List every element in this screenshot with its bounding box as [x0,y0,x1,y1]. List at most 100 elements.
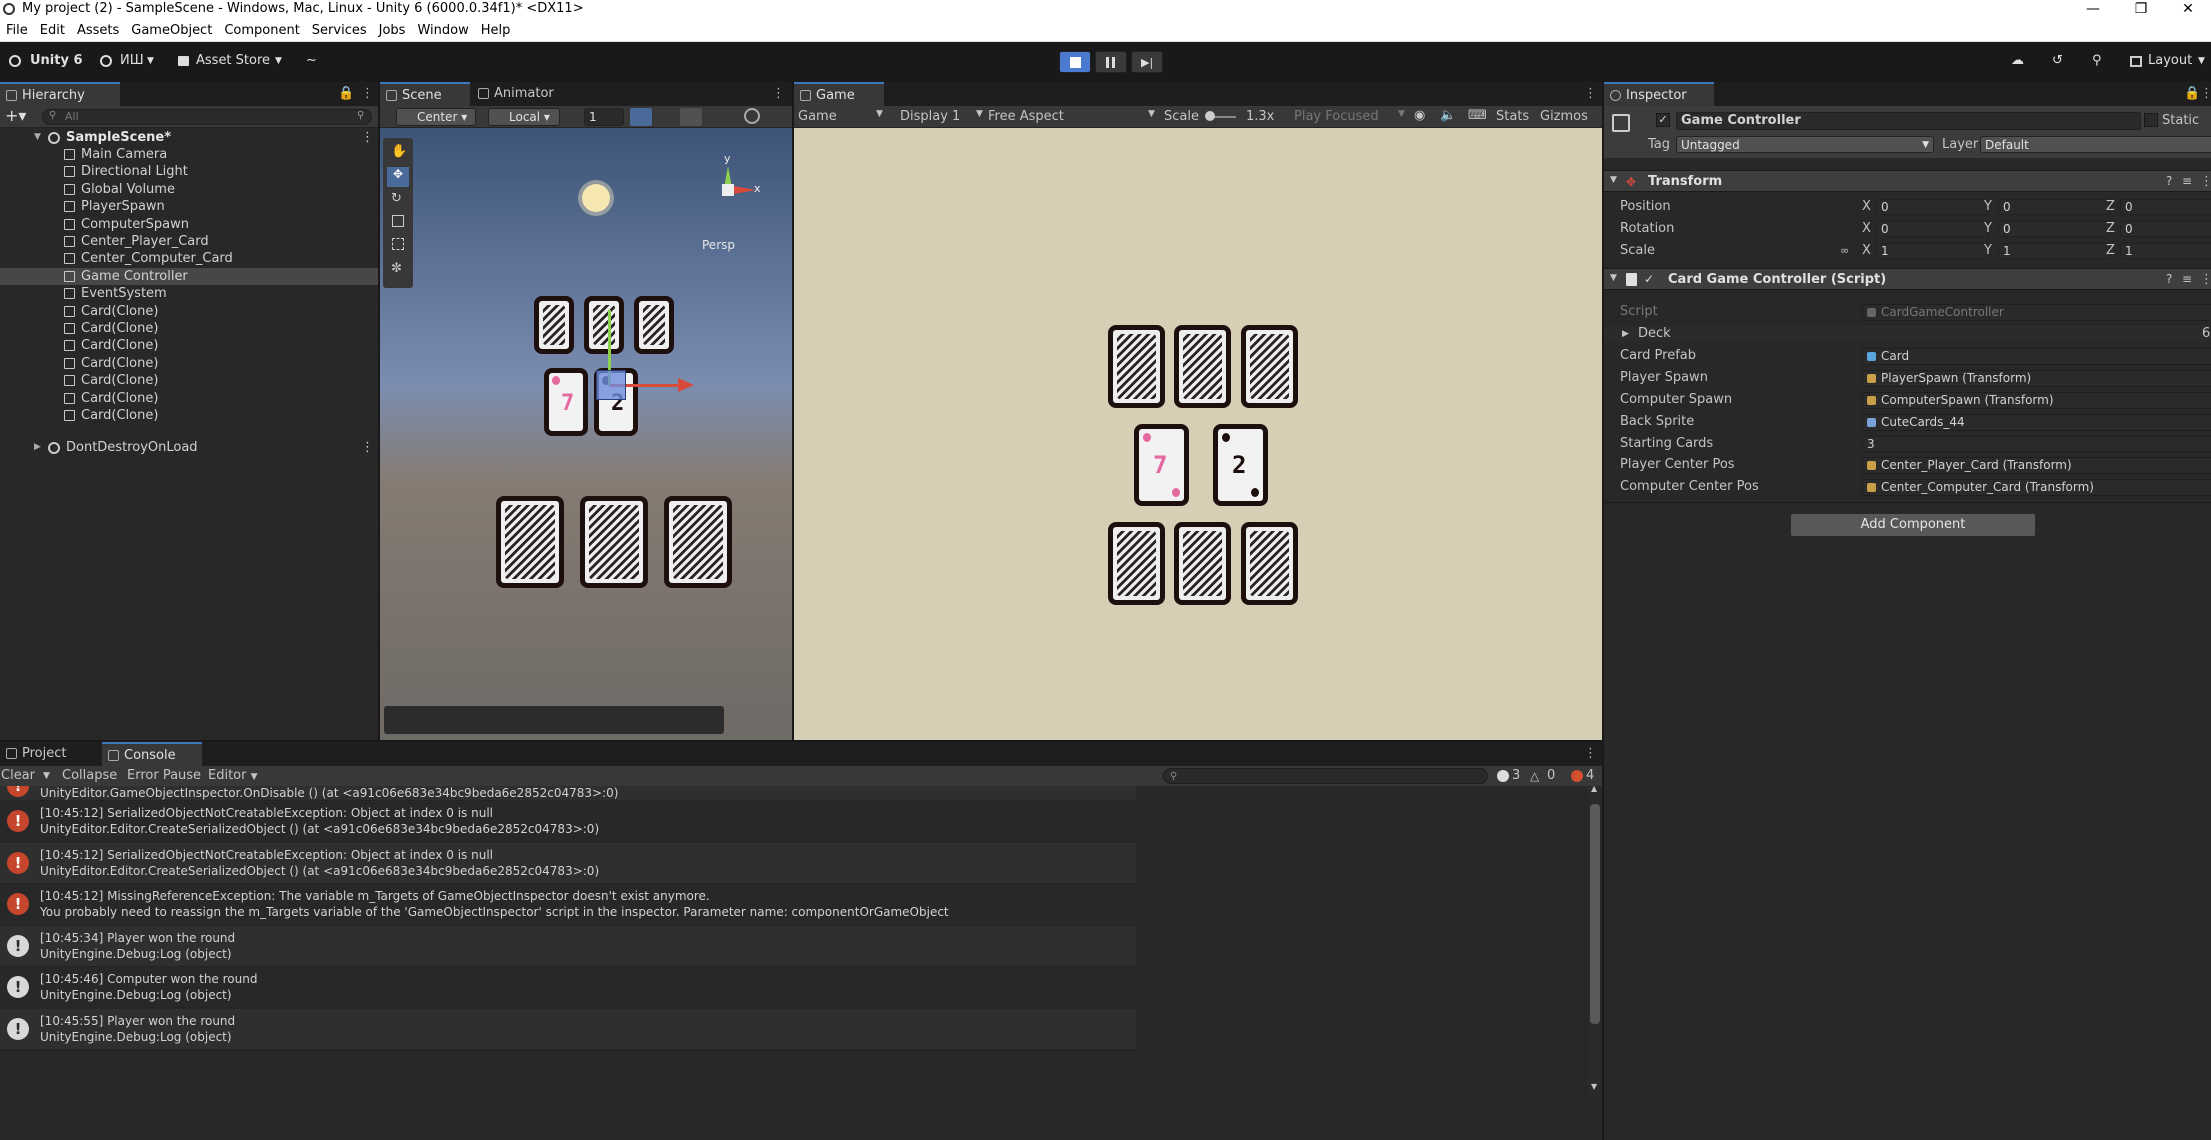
player-card[interactable] [1108,522,1165,605]
inspector-menu-icon[interactable]: ⋮ [2200,86,2211,101]
add-component-button[interactable]: Add Component [1790,513,2036,537]
scale-tool-icon[interactable] [392,215,404,227]
console-entry[interactable]: ! [10:45:12] SerializedObjectNotCreatable… [0,842,1136,884]
tab-inspector[interactable]: Inspector [1604,82,1714,106]
snap-toggle-icon[interactable] [680,108,702,126]
pause-button[interactable] [1095,51,1127,73]
help-icon[interactable]: ? [2166,174,2172,188]
card-prefab-field[interactable]: Card [1862,348,2211,365]
active-checkbox[interactable]: ✓ [1656,113,1670,127]
game-viewport[interactable]: 7 2 [794,128,1602,740]
computer-spawn-field[interactable]: ComputerSpawn (Transform) [1862,392,2211,409]
console-search-input[interactable]: ⚲ [1163,768,1488,784]
unity-version-button[interactable]: Unity 6 [30,53,83,68]
menu-component[interactable]: Component [218,20,305,42]
tab-console[interactable]: Console [102,742,202,766]
error-pause-toggle[interactable]: Error Pause [127,766,201,786]
space-dropdown[interactable]: Local ▾ [488,108,560,126]
mute-icon[interactable]: 🔈 [1440,108,1456,123]
dont-destroy-row[interactable]: ▶ DontDestroyOnLoad ⋮ [0,439,378,456]
script-enabled-checkbox[interactable]: ✓ [1644,272,1654,286]
console-entry[interactable]: ! [10:45:12] SerializedObjectNotCreatable… [0,801,1136,842]
scene-menu-icon[interactable]: ⋮ [772,86,785,101]
menu-assets[interactable]: Assets [71,20,125,42]
hierarchy-menu-icon[interactable]: ⋮ [361,86,374,101]
rotation-z-field[interactable]: 0 [2120,221,2211,237]
console-menu-icon[interactable]: ⋮ [1584,746,1597,761]
move-tool-icon[interactable]: ✥ [387,167,409,187]
aspect-dropdown[interactable]: Free Aspect ▼ [988,109,1155,124]
move-gizmo[interactable] [578,300,698,400]
foldout-icon[interactable]: ▼ [1610,175,1617,185]
deck-row[interactable]: ▶ Deck 6 [1604,326,2211,342]
asset-store-button[interactable]: Asset Store [196,53,270,68]
rotate-tool-icon[interactable]: ↻ [391,191,402,206]
rotation-y-field[interactable]: 0 [1998,221,2110,237]
tab-scene[interactable]: Scene [380,82,470,106]
player-spawn-field[interactable]: PlayerSpawn (Transform) [1862,370,2211,387]
clear-button[interactable]: Clear [1,766,35,786]
position-z-field[interactable]: 0 [2120,199,2211,215]
hierarchy-item[interactable]: Card(Clone) [0,337,378,354]
scale-slider-handle[interactable] [1205,111,1215,121]
console-entry[interactable]: ! [10:45:12] MissingReferenceException: T… [0,884,1136,925]
game-menu-icon[interactable]: ⋮ [1584,86,1597,101]
computer-card[interactable] [1108,325,1165,408]
hierarchy-item[interactable]: Directional Light [0,163,378,180]
scale-z-field[interactable]: 1 [2120,243,2211,259]
grid-snap-field[interactable]: 1 [584,108,624,126]
center-player-card[interactable]: 7 [1134,424,1189,506]
scene-card[interactable] [664,496,732,588]
hierarchy-item[interactable]: PlayerSpawn [0,198,378,215]
lock-icon[interactable]: 🔒 [338,86,354,101]
scene-viewport[interactable]: ✋ ✥ ↻ ✼ x y Persp 7 2 [380,128,792,740]
hand-tool-icon[interactable]: ✋ [391,144,407,159]
layout-button[interactable]: Layout [2148,53,2192,68]
hierarchy-item[interactable]: ComputerSpawn [0,216,378,233]
scene-card[interactable] [580,496,648,588]
tab-project[interactable]: Project [0,742,100,766]
menu-file[interactable]: File [0,20,34,42]
stats-button[interactable]: Stats [1496,109,1529,124]
hierarchy-item[interactable]: Card(Clone) [0,355,378,372]
console-entry[interactable]: ! [10:45:46] Computer won the round UnityE… [0,967,1136,1008]
console-scrollbar[interactable]: ▲ ▼ [1588,784,1602,1096]
close-icon[interactable]: ✕ [2165,0,2211,18]
player-card[interactable] [1174,522,1231,605]
foldout-icon[interactable]: ▼ [1610,273,1617,283]
hierarchy-item[interactable]: Card(Clone) [0,303,378,320]
hierarchy-item[interactable]: Card(Clone) [0,320,378,337]
restore-icon[interactable]: ❐ [2118,0,2164,18]
bug-icon[interactable]: ◉ [1414,108,1425,123]
component-menu-icon[interactable]: ⋮ [2200,272,2211,287]
constrain-proportions-icon[interactable]: ∞ [1840,243,1849,259]
orientation-gizmo[interactable]: x y [698,152,761,222]
tab-game[interactable]: Game [794,82,884,106]
hierarchy-item[interactable]: Card(Clone) [0,407,378,424]
transform-header[interactable]: ▼ ✥ Transform ? ≡ ⋮ [1604,170,2211,192]
position-y-field[interactable]: 0 [1998,199,2110,215]
deck-foldout-icon[interactable]: ▶ [1622,326,1629,342]
menu-window[interactable]: Window [411,20,474,42]
search-mode-icon[interactable]: ⚲ [357,110,364,121]
tag-dropdown[interactable]: Untagged ▼ [1676,136,1934,153]
search-icon[interactable]: ⚲ [2092,53,2102,68]
console-entry-partial[interactable]: ! UnityEditor.GameObjectInspector.OnDisa… [0,786,1136,801]
error-count-icon[interactable] [1571,770,1583,782]
play-button[interactable] [1059,51,1091,73]
orientation-icon[interactable] [744,108,760,124]
keyboard-icon[interactable]: ⌨ [1468,108,1487,123]
rect-tool-icon[interactable] [392,238,404,250]
hierarchy-item[interactable]: Main Camera [0,146,378,163]
scene-menu-icon[interactable]: ⋮ [361,129,374,146]
expand-icon[interactable]: ▼ [34,129,41,146]
scene-card[interactable] [496,496,564,588]
version-control-icon[interactable]: ∼ [306,53,317,68]
scene-root-row[interactable]: ▼ SampleScene* ⋮ [0,129,378,146]
center-computer-card[interactable]: 2 [1213,424,1268,506]
static-checkbox[interactable] [2144,113,2158,127]
dont-destroy-menu-icon[interactable]: ⋮ [361,439,374,456]
scale-y-field[interactable]: 1 [1998,243,2110,259]
computer-center-field[interactable]: Center_Computer_Card (Transform) [1862,479,2211,496]
deck-count[interactable]: 6 [2202,326,2210,342]
